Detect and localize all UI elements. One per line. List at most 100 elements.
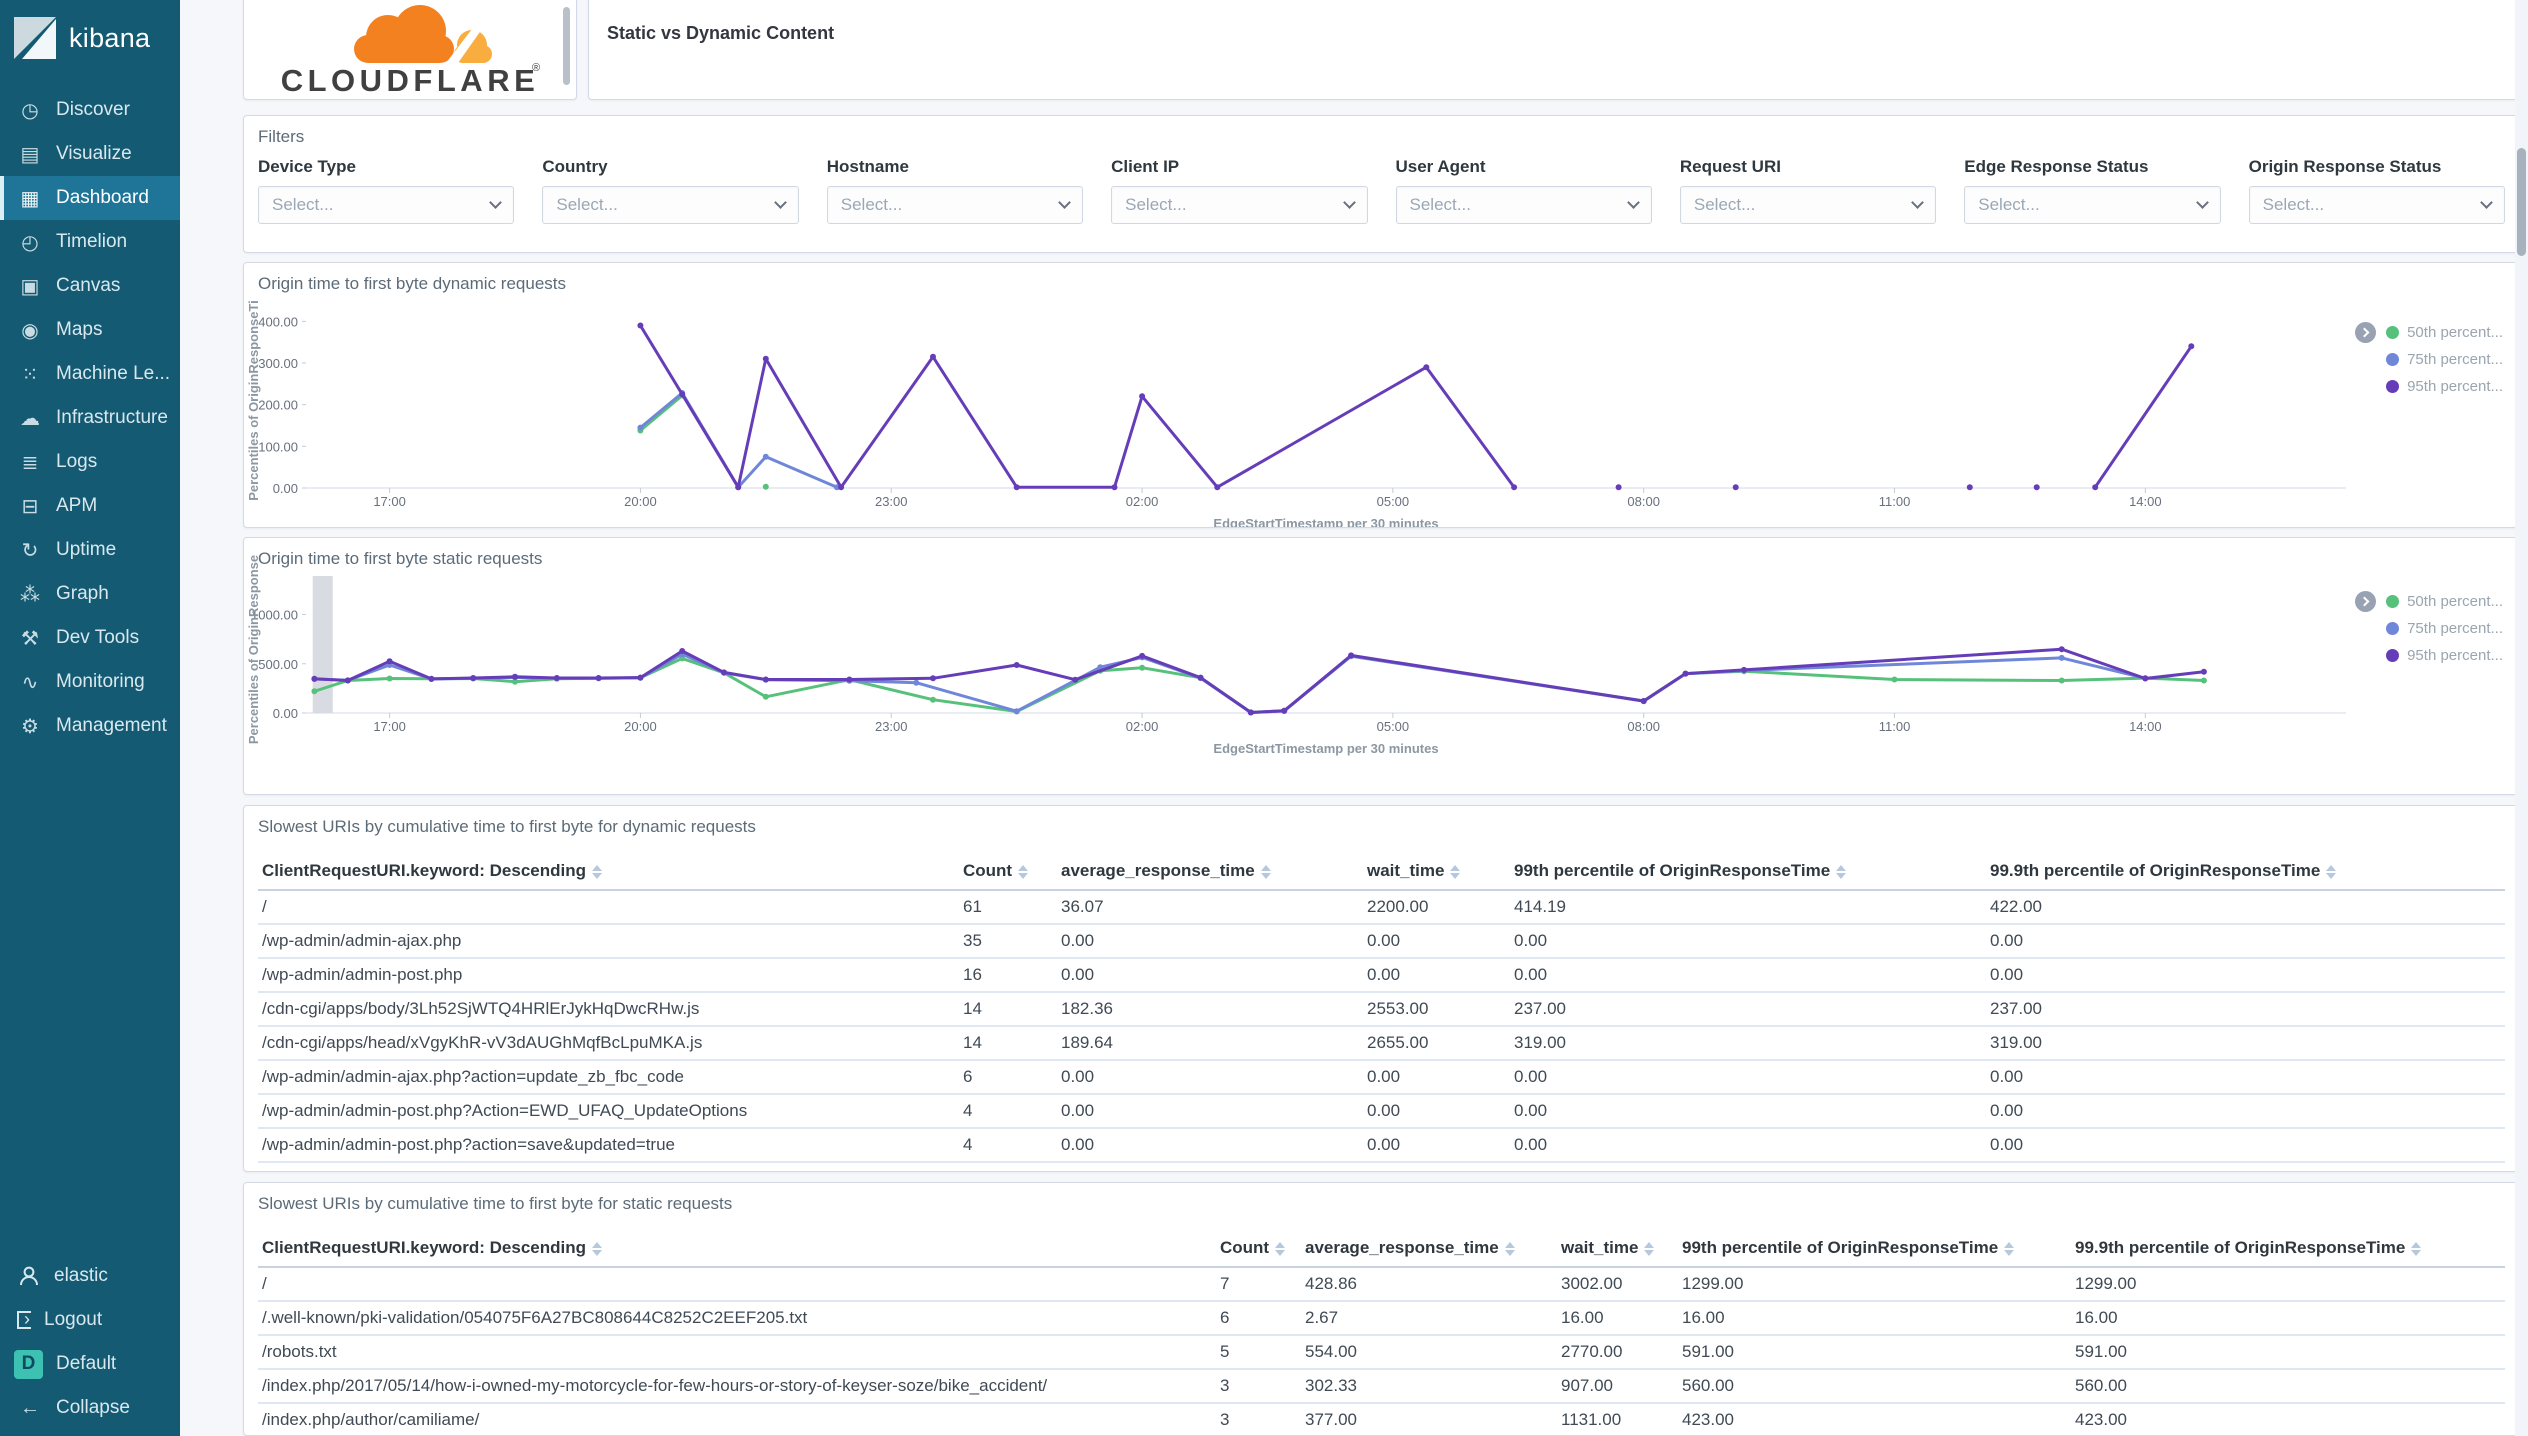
column-header-uri[interactable]: ClientRequestURI.keyword: Descending xyxy=(258,1230,1216,1268)
column-header-99th-percentile-of-originresponsetime[interactable]: 99th percentile of OriginResponseTime xyxy=(1678,1230,2071,1268)
legend-item-95th-percent-[interactable]: 95th percent... xyxy=(2355,644,2503,666)
legend-expand-icon[interactable] xyxy=(2355,590,2377,612)
column-header-label: 99th percentile of OriginResponseTime xyxy=(1514,861,1831,880)
sidebar-item-maps[interactable]: ◉ Maps xyxy=(0,308,180,352)
static-uris-table: ClientRequestURI.keyword: Descending Coun… xyxy=(258,1230,2505,1435)
sidebar-item-dev-tools[interactable]: ⚒ Dev Tools xyxy=(0,616,180,660)
sort-icon[interactable] xyxy=(1450,864,1461,879)
column-header-count[interactable]: Count xyxy=(1216,1230,1301,1268)
sort-icon[interactable] xyxy=(2411,1241,2422,1256)
value-cell: 6 xyxy=(1216,1301,1301,1336)
data-point xyxy=(1013,484,1020,491)
legend-item-50th-percent-[interactable]: 50th percent... xyxy=(2355,590,2503,612)
value-cell: 319.00 xyxy=(1986,1026,2505,1061)
kibana-logo-text: kibana xyxy=(69,22,151,53)
default-space-badge: D xyxy=(14,1349,43,1379)
column-header-wait-time[interactable]: wait_time xyxy=(1557,1230,1678,1268)
filter-select-request-uri[interactable]: Select... xyxy=(1679,186,1937,224)
legend-expand-icon[interactable] xyxy=(2355,321,2377,343)
y-axis-title: Percentiles of OriginResponseTi xyxy=(246,300,261,501)
sidebar-item-visualize[interactable]: ▤ Visualize xyxy=(0,132,180,176)
uri-cell: /.well-known/pki-validation/054075F6A27B… xyxy=(258,1301,1216,1336)
y-tick-label: 0.00 xyxy=(273,481,298,496)
column-header-wait-time[interactable]: wait_time xyxy=(1363,853,1510,891)
sidebar-footer-default[interactable]: D Default xyxy=(0,1342,180,1386)
sidebar-item-infrastructure[interactable]: ☁ Infrastructure xyxy=(0,396,180,440)
column-header-average-response-time[interactable]: average_response_time xyxy=(1057,853,1363,891)
sidebar-item-timelion[interactable]: ◴ Timelion xyxy=(0,220,180,264)
table-title-dynamic: Slowest URIs by cumulative time to first… xyxy=(258,817,756,836)
graph-nodes-icon: ⁂ xyxy=(20,583,40,606)
sidebar-item-apm[interactable]: ⊟ APM xyxy=(0,484,180,528)
sidebar-item-discover[interactable]: ◷ Discover xyxy=(0,88,180,132)
value-cell: 2553.00 xyxy=(1363,992,1510,1027)
sidebar-item-graph[interactable]: ⁂ Graph xyxy=(0,572,180,616)
column-header-99th-percentile-of-originresponsetime[interactable]: 99th percentile of OriginResponseTime xyxy=(1510,853,1986,891)
chevron-down-icon xyxy=(2195,196,2209,209)
dashboard-grid-icon: ▦ xyxy=(20,187,40,210)
filter-select-country[interactable]: Select... xyxy=(542,186,799,224)
sidebar-item-label: Logs xyxy=(56,451,98,472)
sort-icon[interactable] xyxy=(1504,1241,1515,1256)
machine-learning-dots-icon: ⁙ xyxy=(21,363,39,386)
filter-select-user-agent[interactable]: Select... xyxy=(1395,186,1652,224)
sidebar-item-canvas[interactable]: ▣ Canvas xyxy=(0,264,180,308)
sort-icon[interactable] xyxy=(1018,864,1029,879)
sidebar-item-monitoring[interactable]: ∿ Monitoring xyxy=(0,660,180,704)
data-point xyxy=(930,675,936,682)
legend-label: 95th percent... xyxy=(2407,646,2503,664)
filter-label: Request URI xyxy=(1679,157,1781,176)
legend-item-95th-percent-[interactable]: 95th percent... xyxy=(2355,375,2503,397)
column-header-label: ClientRequestURI.keyword: Descending xyxy=(262,861,587,880)
sidebar-item-label: Visualize xyxy=(56,143,132,164)
filter-label: Device Type xyxy=(258,157,356,176)
filter-select-client-ip[interactable]: Select... xyxy=(1111,186,1368,224)
sidebar-footer-elastic[interactable]: elastic xyxy=(0,1254,180,1298)
sidebar-footer-collapse[interactable]: ← Collapse xyxy=(0,1386,180,1430)
sort-icon[interactable] xyxy=(2004,1241,2015,1256)
sidebar-item-uptime[interactable]: ↻ Uptime xyxy=(0,528,180,572)
dashboard-main: CLOUDFLARE ® Static vs Dynamic Content F… xyxy=(180,0,2528,1436)
data-point xyxy=(2033,484,2040,491)
table-header-row: ClientRequestURI.keyword: Descending Coun… xyxy=(258,853,2505,891)
sort-icon[interactable] xyxy=(1260,864,1271,879)
legend-item-50th-percent-[interactable]: 50th percent... xyxy=(2355,321,2503,343)
static-requests-chart[interactable]: 17:00 20:00 23:00 02:00 05:00 08:00 11:00 14:00… xyxy=(244,538,2519,778)
sort-icon[interactable] xyxy=(592,1241,603,1256)
page-scrollbar-thumb[interactable] xyxy=(2517,148,2526,256)
chevron-down-icon xyxy=(1342,196,1356,209)
dynamic-requests-chart[interactable]: 17:00 20:00 23:00 02:00 05:00 08:00 11:00 14:00… xyxy=(244,263,2519,527)
column-header-99-9th-percentile-of-originresponsetime[interactable]: 99.9th percentile of OriginResponseTime xyxy=(2071,1230,2505,1268)
sort-icon[interactable] xyxy=(1836,864,1847,879)
filter-select-edge-response-status[interactable]: Select... xyxy=(1964,186,2221,224)
sort-icon[interactable] xyxy=(592,864,603,879)
filter-select-device-type[interactable]: Select... xyxy=(258,186,515,224)
uptime-clock-check-icon: ↻ xyxy=(21,539,39,562)
sidebar-item-dashboard[interactable]: ▦ Dashboard xyxy=(0,176,180,220)
column-header-label: 99.9th percentile of OriginResponseTime xyxy=(1990,861,2321,880)
sort-icon[interactable] xyxy=(2326,864,2337,879)
sidebar-item-management[interactable]: ⚙ Management xyxy=(0,704,180,748)
filter-label: Origin Response Status xyxy=(2248,157,2442,176)
legend-item-75th-percent-[interactable]: 75th percent... xyxy=(2355,617,2503,639)
sidebar-footer-logout[interactable]: Logout xyxy=(0,1298,180,1342)
sort-icon[interactable] xyxy=(1275,1241,1286,1256)
value-cell: 0.00 xyxy=(1057,1060,1363,1095)
data-point xyxy=(1214,484,1221,491)
chevron-down-icon xyxy=(1911,196,1925,209)
sort-icon[interactable] xyxy=(1644,1241,1655,1256)
value-cell: 0.00 xyxy=(1510,1162,1986,1171)
column-header-99-9th-percentile-of-originresponsetime[interactable]: 99.9th percentile of OriginResponseTime xyxy=(1986,853,2505,891)
column-header-count[interactable]: Count xyxy=(959,853,1057,891)
logo-panel-scrollbar[interactable] xyxy=(563,7,570,85)
column-header-average-response-time[interactable]: average_response_time xyxy=(1301,1230,1557,1268)
filter-select-origin-response-status[interactable]: Select... xyxy=(2248,186,2505,224)
wrench-icon: ⚒ xyxy=(21,627,39,650)
sidebar-item-machine-le[interactable]: ⁙ Machine Le... xyxy=(0,352,180,396)
kibana-logo-row[interactable]: kibana xyxy=(0,0,180,74)
value-cell: 1299.00 xyxy=(2071,1267,2505,1302)
filter-select-hostname[interactable]: Select... xyxy=(826,186,1084,224)
sidebar-item-logs[interactable]: ≣ Logs xyxy=(0,440,180,484)
column-header-uri[interactable]: ClientRequestURI.keyword: Descending xyxy=(258,853,959,891)
legend-item-75th-percent-[interactable]: 75th percent... xyxy=(2355,348,2503,370)
